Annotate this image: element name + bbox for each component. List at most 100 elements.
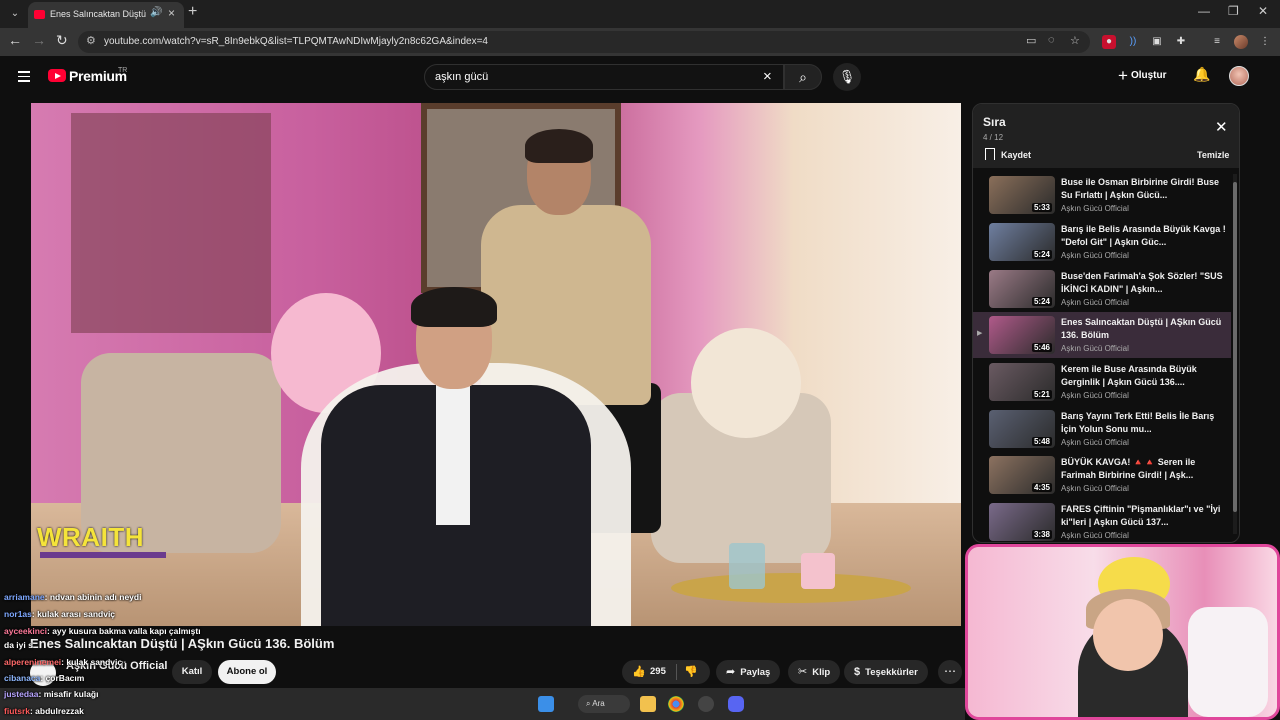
chat-message: alpereninemei: kulak sandviç (4, 657, 122, 667)
video-duration: 5:24 (1031, 297, 1052, 306)
country-code: TR (118, 67, 128, 74)
bookmark-star-icon[interactable]: ☆ (1070, 34, 1080, 47)
create-button[interactable]: + Oluştur (1118, 66, 1167, 88)
taskbar-search-label: Ara (592, 699, 605, 708)
search-input[interactable]: aşkın gücü × (424, 64, 784, 90)
dislike-icon[interactable]: 👎 (684, 665, 698, 678)
back-icon[interactable]: ← (8, 32, 22, 48)
playlist-item-title[interactable]: Buse ile Osman Birbirine Girdi! Buse Su … (1061, 176, 1227, 202)
playlist-item-title[interactable]: BÜYÜK KAVGA! 🔺🔺 Seren ile Farimah Birbir… (1061, 456, 1227, 482)
chat-message: fiutsrk: abdulrezzak (4, 706, 84, 716)
playlist-scrollbar[interactable] (1233, 174, 1237, 534)
more-actions-icon[interactable]: ⋯ (938, 660, 962, 684)
chat-message: arriamane: ndvan abinin adı neydi (4, 592, 141, 602)
file-explorer-icon[interactable] (640, 696, 656, 712)
subscribe-button[interactable]: Abone ol (218, 660, 276, 684)
account-avatar[interactable] (1229, 66, 1249, 86)
like-icon[interactable]: 👍 (632, 665, 646, 678)
playlist-title: Sıra (983, 115, 1006, 129)
chat-message: da iyi s (4, 640, 33, 650)
video-duration: 5:46 (1031, 343, 1052, 352)
playlist-item-title[interactable]: Barış ile Belis Arasında Büyük Kavga ! "… (1061, 223, 1227, 249)
scissors-icon: ✂ (798, 666, 808, 678)
playlist-item-title[interactable]: Enes Salıncaktan Düştü | AŞkın Gücü 136.… (1061, 316, 1227, 342)
hamburger-menu-icon[interactable] (18, 71, 30, 83)
playlist-thumbnail[interactable]: 5:46 (989, 316, 1055, 354)
playlist-thumbnail[interactable]: 5:24 (989, 270, 1055, 308)
clear-search-icon[interactable]: × (763, 68, 772, 85)
youtube-logo-icon[interactable] (48, 69, 66, 82)
share-button[interactable]: ➦ Paylaş (716, 660, 781, 684)
speaker-icon[interactable]: 🔊 (150, 7, 162, 18)
playlist-item[interactable]: ▶ 5:46 Enes Salıncaktan Düştü | AŞkın Gücü… (973, 312, 1231, 358)
reload-icon[interactable]: ↻ (56, 32, 68, 49)
playlist-item[interactable]: 5:24 Buse'den Farimah'a Şok Sözler! "SUS … (973, 266, 1231, 312)
extension-box-icon[interactable]: ▣ (1150, 35, 1164, 49)
chat-message: nor1as: kulak arası sandviç (4, 609, 115, 619)
join-button[interactable]: Katıl (172, 660, 212, 684)
save-playlist-button[interactable]: Kaydet (985, 148, 1031, 160)
playlist-item-title[interactable]: Barış Yayını Terk Etti! Belis İle Barış … (1061, 410, 1227, 436)
playlist-item-title[interactable]: Buse'den Farimah'a Şok Sözler! "SUS İKİN… (1061, 270, 1227, 296)
cast-icon[interactable]: ▭ (1026, 34, 1036, 47)
windows-start-icon[interactable] (538, 696, 554, 712)
browser-profile-avatar[interactable] (1234, 35, 1248, 49)
browser-menu-icon[interactable]: ⋮ (1258, 35, 1272, 49)
video-frame-table (671, 573, 911, 603)
chat-text: : kulak arası sandviç (31, 609, 116, 619)
playlist-item-channel: Aşkın Gücü Official (1061, 298, 1129, 307)
playlist-scroll-thumb[interactable] (1233, 182, 1237, 512)
new-tab-icon[interactable]: + (188, 3, 197, 21)
playlist-thumbnail[interactable]: 5:48 (989, 410, 1055, 448)
obs-icon[interactable] (698, 696, 714, 712)
save-label: Kaydet (1001, 150, 1032, 160)
playlist-item-title[interactable]: FARES Çiftinin "Pişmanlıklar"ı ve "İyi k… (1061, 503, 1227, 529)
chrome-icon[interactable] (668, 696, 684, 712)
restore-icon[interactable]: ❐ (1228, 4, 1239, 18)
playlist-item[interactable]: 4:35 BÜYÜK KAVGA! 🔺🔺 Seren ile Farimah Bi… (973, 452, 1231, 498)
browser-tab-active[interactable]: Enes Salıncaktan Düştü | AŞkın Gücü 136.… (28, 2, 184, 28)
playlist-item[interactable]: 5:33 Buse ile Osman Birbirine Girdi! Buse… (973, 172, 1231, 218)
minimize-icon[interactable]: — (1198, 4, 1210, 18)
playlist-thumbnail[interactable]: 4:35 (989, 456, 1055, 494)
playlist-thumbnail[interactable]: 5:33 (989, 176, 1055, 214)
clip-button[interactable]: ✂ Klip (788, 660, 841, 684)
clip-label: Klip (812, 667, 831, 678)
video-player[interactable] (31, 103, 961, 626)
playlist-item[interactable]: 5:21 Kerem ile Buse Arasında Büyük Gergin… (973, 359, 1231, 405)
like-count[interactable]: 295 (650, 666, 666, 677)
address-bar[interactable]: ⚙ youtube.com/watch?v=sR_8In9ebkQ&list=T… (78, 31, 1090, 53)
window-close-icon[interactable]: ✕ (1258, 4, 1268, 18)
eye-off-icon[interactable]: ◌ (1048, 34, 1055, 46)
taskbar-search[interactable]: ⌕ Ara (578, 695, 630, 713)
video-title: Enes Salıncaktan Düştü | AŞkın Gücü 136.… (30, 636, 335, 651)
chat-text: : abdulrezzak (29, 706, 84, 716)
extension-blue-icon[interactable]: )) (1126, 35, 1140, 49)
playlist-item[interactable]: 5:24 Barış ile Belis Arasında Büyük Kavga… (973, 219, 1231, 265)
playlist-thumbnail[interactable]: 5:24 (989, 223, 1055, 261)
reading-list-icon[interactable]: ≡ (1210, 35, 1224, 49)
playlist-item-title[interactable]: Kerem ile Buse Arasında Büyük Gerginlik … (1061, 363, 1227, 389)
playlist-close-icon[interactable]: ✕ (1215, 118, 1228, 136)
thanks-icon: $ (854, 666, 861, 678)
clear-playlist-button[interactable]: Temizle (1197, 150, 1229, 160)
tab-search-icon[interactable]: ⌄ (6, 5, 24, 23)
discord-icon[interactable] (728, 696, 744, 712)
voice-search-button[interactable]: 🎙 (833, 63, 861, 91)
playlist-item[interactable]: 3:38 FARES Çiftinin "Pişmanlıklar"ı ve "İ… (973, 499, 1231, 542)
microphone-icon: 🎙 (838, 69, 856, 84)
playlist-thumbnail[interactable]: 5:21 (989, 363, 1055, 401)
search-button[interactable]: ⌕ (784, 64, 822, 90)
extensions-puzzle-icon[interactable]: ✚ (1174, 35, 1188, 49)
thanks-button[interactable]: $ Teşekkürler (844, 660, 928, 684)
extension-red-icon[interactable]: ● (1102, 35, 1116, 49)
chat-user: ayceekinci (4, 626, 48, 636)
forward-icon[interactable]: → (32, 32, 46, 48)
playlist-thumbnail[interactable]: 3:38 (989, 503, 1055, 541)
chat-message: justedaa: misafir kulağı (4, 689, 99, 699)
site-info-icon[interactable]: ⚙ (86, 34, 96, 47)
notifications-bell-icon[interactable]: 🔔 (1193, 66, 1210, 83)
streamer-webcam (965, 544, 1280, 720)
tab-close-icon[interactable]: × (168, 6, 175, 20)
playlist-item[interactable]: 5:48 Barış Yayını Terk Etti! Belis İle Ba… (973, 406, 1231, 452)
